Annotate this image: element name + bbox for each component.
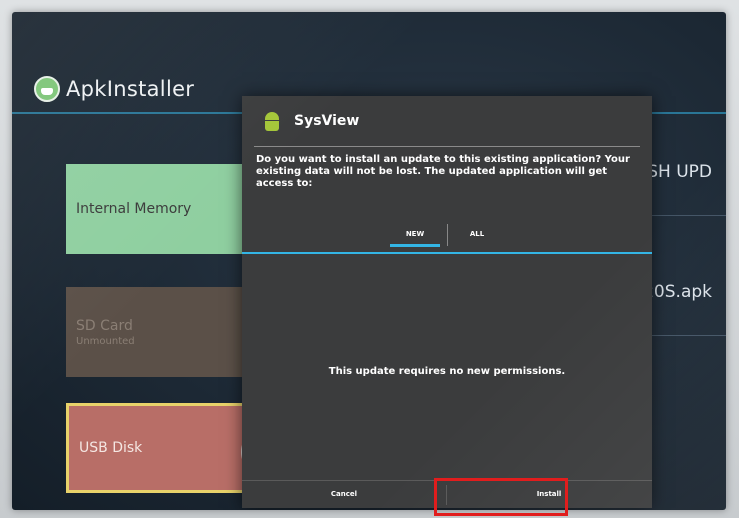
sd-card-label: SD Card: [76, 317, 133, 334]
app-title: ApkInstaller: [66, 77, 195, 101]
internal-memory-tile[interactable]: Internal Memory: [66, 164, 296, 254]
permission-message: This update requires no new permissions.: [328, 366, 566, 377]
dialog-header: SysView: [242, 96, 652, 146]
tab-all[interactable]: ALL: [452, 226, 502, 244]
tab-new[interactable]: NEW: [390, 226, 440, 247]
dialog-message: Do you want to install an update to this…: [256, 154, 630, 189]
android-icon: [262, 111, 282, 131]
install-button[interactable]: Install: [447, 481, 651, 509]
apk-installer-logo-icon: [34, 76, 60, 102]
dialog-button-bar: Cancel Install: [242, 480, 652, 509]
app-header: ApkInstaller: [34, 76, 194, 102]
tabs-divider: [242, 252, 652, 254]
sd-card-tile[interactable]: SD Card Unmounted: [66, 287, 296, 377]
usb-disk-label: USB Disk: [79, 440, 143, 456]
photo-frame: ApkInstaller Internal Memory SD Card Unm…: [0, 0, 739, 518]
dialog-title-divider: [254, 146, 640, 147]
tv-screen: ApkInstaller Internal Memory SD Card Unm…: [12, 12, 726, 510]
install-dialog: SysView Do you want to install an update…: [242, 96, 652, 508]
dialog-title: SysView: [294, 113, 360, 129]
permission-tabs: NEW ALL: [242, 220, 652, 252]
usb-disk-tile[interactable]: USB Disk: [66, 403, 293, 493]
sd-card-status: Unmounted: [76, 335, 135, 347]
internal-memory-label: Internal Memory: [76, 201, 192, 217]
tab-divider: [447, 224, 448, 246]
cancel-button[interactable]: Cancel: [242, 481, 446, 509]
